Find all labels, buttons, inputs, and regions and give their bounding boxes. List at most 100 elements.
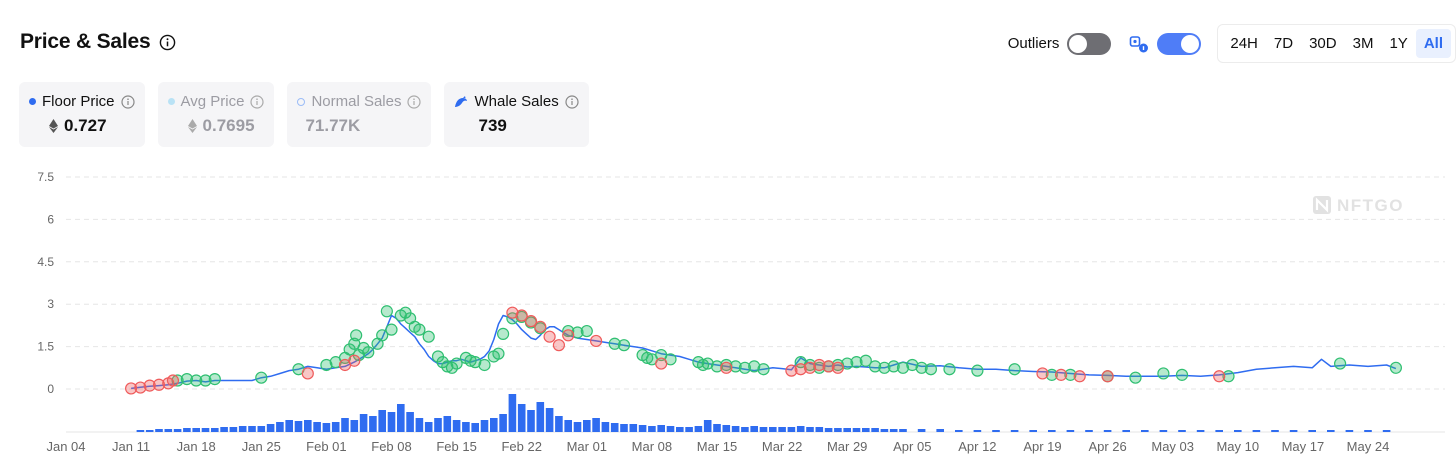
volume-bar <box>834 428 842 432</box>
sale-point-red <box>1101 370 1114 383</box>
x-axis-labels: Jan 04 Jan 11 Jan 18 Jan 25 Feb 01 Feb 08 Feb … <box>46 439 1389 454</box>
volume-bar <box>164 429 173 432</box>
legend-card-floor-price[interactable]: Floor Price 0.727 <box>19 82 145 147</box>
range-24h[interactable]: 24H <box>1222 29 1266 58</box>
price-sales-chart: 7.564.531.50 NFTGO Jan 04 Jan 11 Jan 18 Jan… <box>37 170 1445 454</box>
y-tick-label: 0 <box>47 382 54 396</box>
range-7d[interactable]: 7D <box>1266 29 1301 58</box>
x-tick-label: Mar 29 <box>827 439 867 454</box>
volume-bar <box>573 422 582 432</box>
volume-bar <box>341 418 349 432</box>
range-30d[interactable]: 30D <box>1301 29 1345 58</box>
legend-card-whale-sales[interactable]: Whale Sales 739 <box>444 82 589 147</box>
x-tick-label: Jan 18 <box>177 439 216 454</box>
y-tick-label: 4.5 <box>37 255 54 269</box>
outliers-label: Outliers <box>1007 35 1060 52</box>
info-icon[interactable] <box>120 94 135 109</box>
volume-bar <box>294 421 303 432</box>
sale-point-green <box>255 371 268 384</box>
volume-bar <box>787 427 796 432</box>
y-tick-label: 6 <box>47 212 54 226</box>
volume-bar <box>1196 430 1205 432</box>
info-icon[interactable] <box>250 94 265 109</box>
volume-bar <box>387 412 396 432</box>
volume-bar <box>248 426 256 432</box>
info-icon[interactable] <box>407 94 422 109</box>
volume-bar <box>369 416 377 432</box>
range-1y[interactable]: 1Y <box>1381 29 1415 58</box>
volume-bar <box>536 402 545 432</box>
volume-bar <box>443 416 452 432</box>
x-tick-label: Apr 12 <box>958 439 996 454</box>
marketplace-filter-icon[interactable] <box>1129 34 1149 54</box>
volume-bar <box>434 418 442 432</box>
volume-bar <box>564 420 572 432</box>
eth-icon <box>187 119 197 133</box>
volume-bar <box>1364 430 1372 432</box>
floor-price-path <box>131 314 1397 390</box>
volume-bar <box>1159 430 1168 432</box>
volume-bar <box>285 420 293 432</box>
sale-point-green <box>413 323 426 336</box>
range-3m[interactable]: 3M <box>1345 29 1382 58</box>
legend-cards: Floor Price 0.727 Avg Price 0.7695 Norma… <box>19 82 589 147</box>
volume-bar <box>796 426 805 432</box>
x-tick-label: May 24 <box>1347 439 1390 454</box>
volume-bar <box>1085 430 1093 432</box>
volume-bar <box>936 429 944 432</box>
sale-point-red <box>543 330 556 343</box>
volume-bar <box>601 422 610 432</box>
volume-bar <box>648 426 656 432</box>
mode-toggle[interactable] <box>1157 32 1202 55</box>
sale-point-red <box>589 334 603 348</box>
volume-bar <box>527 410 535 432</box>
volume-bar <box>1252 430 1261 432</box>
volume-bar <box>229 427 238 432</box>
sale-point-green <box>1333 357 1347 370</box>
x-tick-label: May 03 <box>1151 439 1194 454</box>
range-all[interactable]: All <box>1415 29 1451 58</box>
volume-bar <box>1345 430 1354 432</box>
volume-bar <box>238 426 247 432</box>
volume-bar <box>1048 430 1056 432</box>
nftgo-watermark: NFTGO <box>1313 196 1403 215</box>
sale-point-red <box>552 339 566 352</box>
sale-point-green <box>208 373 221 386</box>
info-icon[interactable] <box>159 34 176 51</box>
volume-bar <box>517 404 526 432</box>
volume-bar <box>1066 430 1075 432</box>
sale-point-green <box>385 323 398 336</box>
sale-point-green <box>350 329 363 342</box>
sale-point-red <box>534 320 547 333</box>
volume-bar <box>815 427 824 432</box>
x-tick-label: May 17 <box>1282 439 1325 454</box>
volume-bar <box>703 420 712 432</box>
volume-bar <box>620 424 628 432</box>
whale-icon <box>455 95 468 107</box>
outliers-toggle[interactable] <box>1067 32 1112 55</box>
volume-bar <box>666 426 675 432</box>
sale-point-red <box>562 329 575 342</box>
legend-card-normal-sales[interactable]: Normal Sales 71.77K <box>287 82 432 147</box>
sale-point-green <box>362 346 375 359</box>
legend-card-avg-price[interactable]: Avg Price 0.7695 <box>157 82 275 147</box>
volume-bar <box>1327 430 1335 432</box>
sale-point-red <box>655 357 668 370</box>
x-tick-label: Apr 26 <box>1088 439 1126 454</box>
volume-bar <box>759 427 768 432</box>
volume-bar <box>183 428 191 432</box>
volume-bar <box>276 422 284 432</box>
volume-bar <box>545 408 554 432</box>
volume-bar <box>824 428 833 432</box>
sale-point-green <box>380 305 393 318</box>
sale-point-red <box>1036 367 1049 380</box>
volume-bars <box>136 394 1391 432</box>
volume-bar <box>313 422 321 432</box>
info-icon[interactable] <box>565 94 579 109</box>
volume-bar <box>490 418 498 432</box>
volume-bar <box>778 427 786 432</box>
volume-bar <box>499 414 507 432</box>
legend-label: Whale Sales <box>474 93 559 110</box>
legend-value: 0.7695 <box>202 116 255 135</box>
volume-bar <box>973 430 982 432</box>
